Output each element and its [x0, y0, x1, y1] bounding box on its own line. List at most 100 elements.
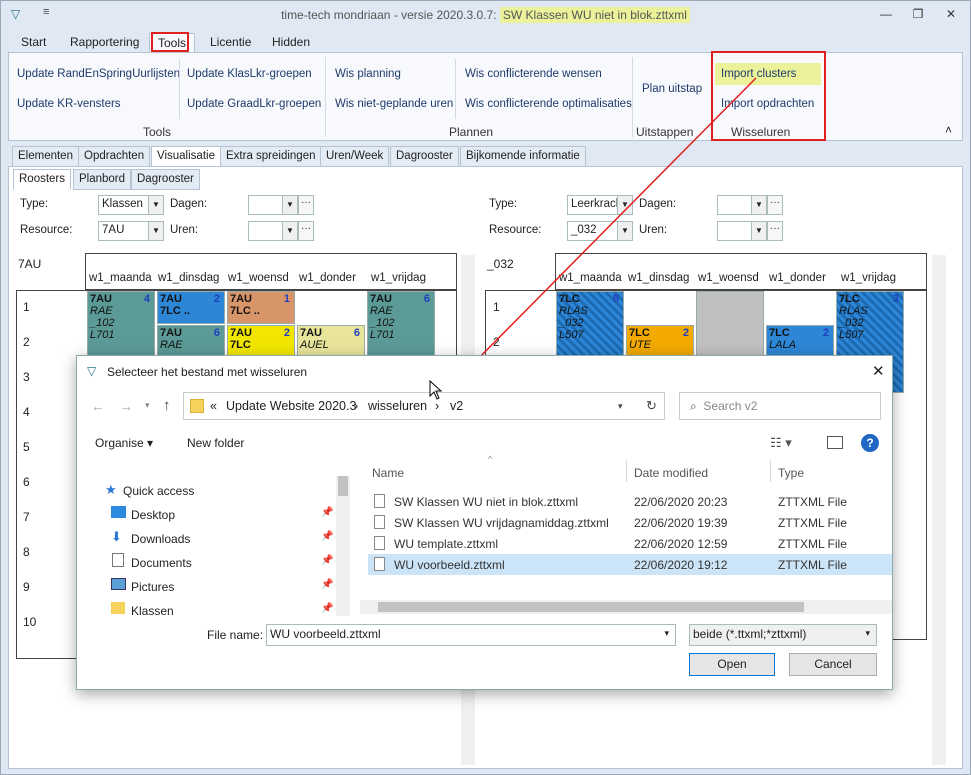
row-label: 6: [23, 475, 30, 489]
dagen-more-button[interactable]: ···: [767, 195, 783, 215]
up-arrow-icon[interactable]: ↑: [163, 397, 171, 414]
dialog-close-icon[interactable]: ✕: [872, 362, 885, 380]
address-dropdown-icon[interactable]: ▾: [618, 401, 623, 412]
chevron-down-icon[interactable]: ▼: [282, 221, 298, 241]
tab-bijkomende-informatie[interactable]: Bijkomende informatie: [460, 146, 586, 167]
wis-conflicterende-wensen-button[interactable]: Wis conflicterende wensen: [465, 68, 602, 80]
breadcrumb-item[interactable]: v2: [450, 399, 463, 413]
schedule-cell[interactable]: [696, 291, 764, 361]
subtab-planbord[interactable]: Planbord: [73, 169, 132, 190]
update-randenspringuurlijsten-button[interactable]: Update RandEnSpringUurlijsten: [17, 68, 180, 80]
schedule-cell[interactable]: 7LC 8 RLAS _032 L507: [556, 291, 624, 361]
tab-extra-spreidingen[interactable]: Extra spreidingen: [220, 146, 322, 167]
nav-desktop[interactable]: Desktop: [131, 508, 175, 522]
recent-chevron-icon[interactable]: ▾: [145, 400, 150, 411]
breadcrumb-item[interactable]: Update Website 2020.3: [226, 399, 356, 413]
collapse-ribbon-icon[interactable]: ˄: [945, 123, 952, 137]
forward-arrow-icon[interactable]: →: [119, 398, 133, 414]
scrollbar-thumb[interactable]: [338, 476, 348, 496]
breadcrumb-item[interactable]: wisseluren: [368, 399, 427, 413]
chevron-down-icon[interactable]: ▼: [617, 195, 633, 215]
address-bar[interactable]: « Update Website 2020.3 › wisseluren › v…: [183, 392, 665, 420]
scrollbar-thumb[interactable]: [378, 602, 804, 612]
refresh-icon[interactable]: ↻: [646, 398, 657, 414]
schedule-cell[interactable]: 7AU 6 RAE _102 L701: [367, 291, 435, 361]
file-date: 22/06/2020 19:39: [634, 516, 728, 530]
breadcrumb-separator[interactable]: ›: [354, 399, 358, 413]
day-header-cell: w1_dinsdag: [158, 272, 220, 284]
new-folder-button[interactable]: New folder: [187, 436, 244, 450]
preview-pane-icon[interactable]: [827, 436, 843, 449]
scrollbar-vertical[interactable]: [932, 255, 946, 765]
type-select[interactable]: Klassen: [98, 195, 150, 215]
divider: [632, 57, 633, 137]
schedule-cell[interactable]: 7AU 4 RAE _102 L701: [87, 291, 155, 361]
update-graadlkr-groepen-button[interactable]: Update GraadLkr-groepen: [187, 98, 321, 110]
chevron-down-icon[interactable]: ▼: [282, 195, 298, 215]
dagen-more-button[interactable]: ···: [298, 195, 314, 215]
type-select[interactable]: Leerkracl: [567, 195, 619, 215]
chevron-down-icon[interactable]: ▼: [148, 221, 164, 241]
chevron-down-icon[interactable]: ▼: [148, 195, 164, 215]
menu-licentie[interactable]: Licentie: [202, 33, 259, 52]
resource-select[interactable]: _032: [567, 221, 619, 241]
tab-dagrooster[interactable]: Dagrooster: [390, 146, 459, 167]
column-header-type[interactable]: Type: [778, 466, 804, 480]
column-header-date[interactable]: Date modified: [634, 466, 708, 480]
help-icon[interactable]: ?: [861, 434, 879, 452]
back-arrow-icon[interactable]: ←: [91, 398, 105, 414]
menu-rapportering[interactable]: Rapportering: [62, 33, 147, 52]
scrollbar-vertical[interactable]: [336, 476, 350, 616]
close-button[interactable]: ✕: [944, 7, 958, 21]
tab-elementen[interactable]: Elementen: [12, 146, 79, 167]
uren-more-button[interactable]: ···: [767, 221, 783, 241]
open-button[interactable]: Open: [689, 653, 775, 676]
file-row[interactable]: WU template.zttxml 22/06/2020 12:59 ZTTX…: [368, 533, 892, 554]
file-row[interactable]: SW Klassen WU vrijdagnamiddag.zttxml 22/…: [368, 512, 892, 533]
menu-start[interactable]: Start: [13, 33, 54, 52]
plan-uitstap-button[interactable]: Plan uitstap: [642, 83, 702, 95]
breadcrumb-separator[interactable]: ›: [435, 399, 439, 413]
dagen-select[interactable]: [717, 195, 753, 215]
subtab-dagrooster[interactable]: Dagrooster: [131, 169, 200, 190]
nav-klassen[interactable]: Klassen: [131, 604, 174, 618]
organise-button[interactable]: Organise ▾: [95, 436, 153, 450]
chevron-down-icon[interactable]: ▼: [751, 221, 767, 241]
resource-select[interactable]: 7AU: [98, 221, 150, 241]
chevron-down-icon[interactable]: ▼: [751, 195, 767, 215]
file-row-selected[interactable]: WU voorbeeld.zttxml 22/06/2020 19:12 ZTT…: [368, 554, 892, 575]
breadcrumb-overflow[interactable]: «: [210, 399, 217, 413]
wis-conflicterende-optimalisaties-button[interactable]: Wis conflicterende optimalisaties: [465, 98, 632, 110]
wis-niet-geplande-uren-button[interactable]: Wis niet-geplande uren: [335, 98, 453, 110]
menu-hidden[interactable]: Hidden: [264, 33, 318, 52]
uren-select[interactable]: [248, 221, 284, 241]
nav-documents[interactable]: Documents: [131, 556, 192, 570]
schedule-cell[interactable]: 7AU 1 7LC ..: [227, 291, 295, 324]
nav-pictures[interactable]: Pictures: [131, 580, 174, 594]
nav-downloads[interactable]: Downloads: [131, 532, 190, 546]
restore-button[interactable]: ❐: [911, 7, 925, 21]
cancel-button[interactable]: Cancel: [789, 653, 877, 676]
wis-planning-button[interactable]: Wis planning: [335, 68, 401, 80]
update-kr-vensters-button[interactable]: Update KR-vensters: [17, 98, 121, 110]
column-header-name[interactable]: Name: [372, 466, 404, 480]
minimize-button[interactable]: —: [879, 7, 893, 21]
nav-quick-access[interactable]: Quick access: [123, 484, 194, 498]
search-input[interactable]: ⌕ Search v2: [679, 392, 881, 420]
pin-icon: 📌: [321, 531, 334, 542]
tab-opdrachten[interactable]: Opdrachten: [78, 146, 151, 167]
chevron-down-icon[interactable]: ▼: [617, 221, 633, 241]
subtab-roosters[interactable]: Roosters: [13, 169, 72, 190]
dagen-select[interactable]: [248, 195, 284, 215]
tab-uren-week[interactable]: Uren/Week: [320, 146, 390, 167]
file-row[interactable]: SW Klassen WU niet in blok.zttxml 22/06/…: [368, 491, 892, 512]
type-label: Type:: [489, 198, 518, 210]
schedule-cell[interactable]: 7AU 2 7LC ..: [157, 291, 225, 324]
tab-visualisatie[interactable]: Visualisatie: [151, 146, 221, 167]
update-klaslkr-groepen-button[interactable]: Update KlasLkr-groepen: [187, 68, 312, 80]
view-options-icon[interactable]: ☷ ▾: [770, 435, 792, 451]
file-type-filter[interactable]: beide (*.ttxml;*zttxml) ▾: [689, 624, 877, 646]
file-name-input[interactable]: WU voorbeeld.zttxml ▾: [266, 624, 676, 646]
uren-select[interactable]: [717, 221, 753, 241]
uren-more-button[interactable]: ···: [298, 221, 314, 241]
